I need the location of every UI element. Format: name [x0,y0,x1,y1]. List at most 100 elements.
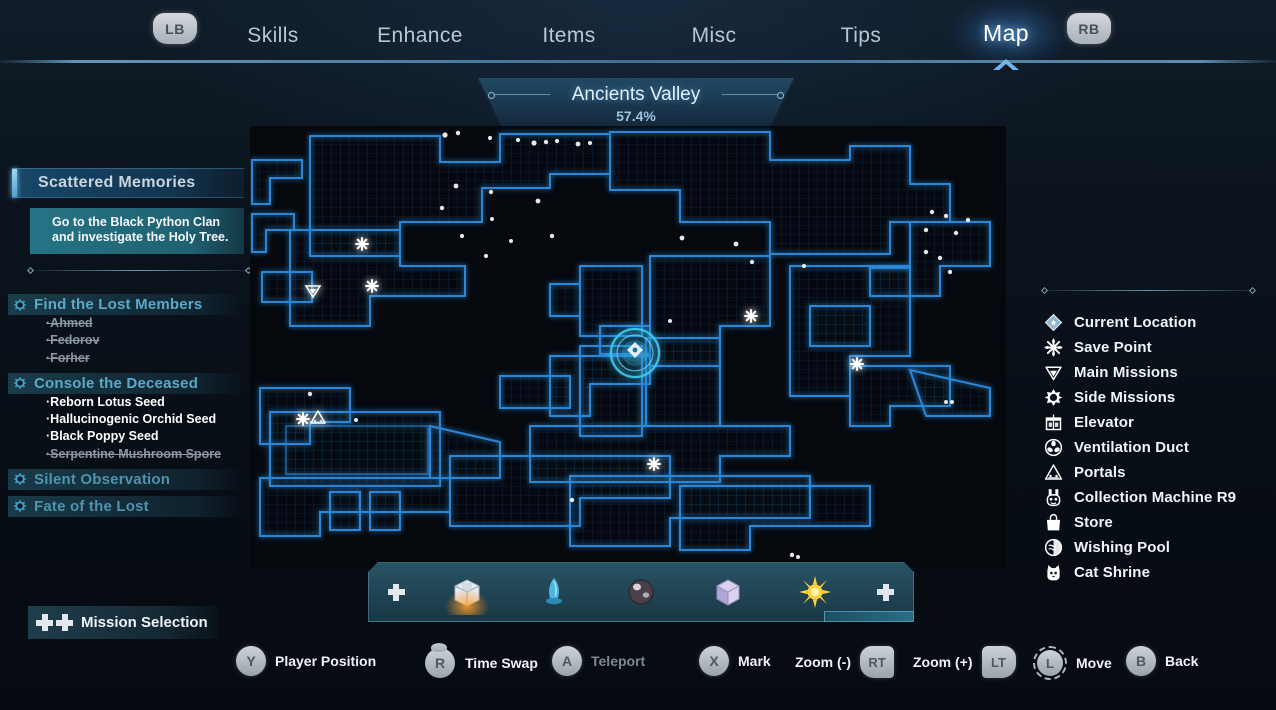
item-slot-white-box[interactable] [442,569,492,615]
hint-time-swap[interactable]: R Time Swap [424,643,544,680]
mission-selection-label: Mission Selection [81,614,208,631]
legend-row: Portals [1040,460,1270,485]
tab-enhance[interactable]: Enhance [350,24,490,48]
dpad-right-icon [56,614,73,631]
dpad-left-icon [36,614,53,631]
tab-label: Misc [691,24,737,47]
side-mission-icon [12,297,28,313]
quest-title-bar[interactable]: Scattered Memories [12,168,244,198]
tab-map[interactable]: Map [936,20,1076,71]
objective-item: ·Hallucinogenic Orchid Seed [46,412,217,426]
map-completion-percent: 57.4% [616,108,656,124]
quest-description: Go to the Black Python Clan and investig… [30,208,244,254]
right-bumper-icon[interactable]: RB [1067,13,1111,44]
objective-item: ·Black Poppy Seed [46,429,159,444]
legend-label: Side Missions [1074,389,1176,406]
a-button-icon[interactable]: A [552,646,582,676]
button-hint-bar: Y Player Position R Time Swap A Teleport X Mark… [0,640,1276,686]
objective-header[interactable]: Fate of the Lost [8,495,244,517]
item-slot-dark-orb[interactable] [616,569,666,615]
item-slot-yellow-star[interactable] [790,569,840,615]
hint-label: Move [1076,655,1112,671]
nav-separator-line [0,60,1276,63]
item-filter-toolbar[interactable] [368,562,914,622]
tab-label: Tips [840,24,882,47]
objective-item: ·Forher [46,350,90,365]
tab-misc[interactable]: Misc [644,24,784,48]
player-location-marker [609,327,661,379]
objective-title: Fate of the Lost [34,497,149,515]
objective-title: Console the Deceased [34,374,199,392]
map-legend: Current Location Save Point Main Missions S… [1040,286,1270,585]
map-region-banner: Ancients Valley 57.4% [478,78,794,130]
hint-label: Zoom (+) [913,654,973,670]
legend-label: Collection Machine R9 [1074,489,1237,506]
item-slot-blue-crystal[interactable] [529,569,579,615]
legend-label: Main Missions [1074,364,1178,381]
side-mission-icon [12,471,28,487]
hint-move[interactable]: L Move [1033,646,1118,680]
tab-label: Map [983,20,1029,46]
save-point-icon [1040,337,1066,359]
portal-icon [1040,462,1066,484]
tab-tips[interactable]: Tips [791,24,931,48]
hint-mark[interactable]: X Mark [699,646,777,676]
mission-selection-button[interactable]: Mission Selection [28,606,218,639]
hint-back[interactable]: B Back [1126,646,1204,676]
collection-machine-icon [1040,487,1066,509]
rt-trigger-icon[interactable]: RT [859,646,894,678]
x-button-icon[interactable]: X [699,646,729,676]
legend-row: Save Point [1040,335,1270,360]
side-mission-icon [1040,387,1066,409]
objective-header[interactable]: Console the Deceased [8,372,244,394]
legend-divider [1040,286,1257,295]
hint-label: Teleport [591,653,646,669]
map-canvas[interactable] [250,126,1006,568]
legend-row: Collection Machine R9 [1040,485,1270,510]
objective-title: Silent Observation [34,470,171,488]
store-icon [1040,512,1066,534]
tab-label: Items [542,24,596,47]
hint-label: Time Swap [465,655,538,671]
tab-items[interactable]: Items [499,24,639,48]
elevator-icon [1040,412,1066,434]
hint-teleport[interactable]: A Teleport [552,646,651,676]
wishing-pool-icon [1040,537,1066,559]
legend-row: Elevator [1040,410,1270,435]
current-location-icon [1040,312,1066,334]
hint-zoom[interactable]: Zoom (-) RT [795,646,894,678]
quest-accent-bar [12,169,17,197]
legend-label: Wishing Pool [1074,539,1171,556]
left-stick-icon[interactable]: L [1033,646,1067,680]
left-bumper-icon[interactable]: LB [153,13,197,44]
legend-row: Main Missions [1040,360,1270,385]
lt-trigger-icon[interactable]: LT [981,646,1016,678]
item-slot-purple-cube[interactable] [703,569,753,615]
hint-zoom[interactable]: Zoom (+) LT [913,646,1016,678]
legend-label: Cat Shrine [1074,564,1151,581]
objective-header[interactable]: Find the Lost Members [8,294,244,315]
objective-title: Find the Lost Members [34,296,203,313]
legend-label: Store [1074,514,1113,531]
hint-label: Mark [738,653,771,669]
dpad-right-icon[interactable] [877,583,895,601]
legend-label: Ventilation Duct [1074,439,1189,456]
b-button-icon[interactable]: B [1126,646,1156,676]
objective-item: ·Ahmed [46,316,93,330]
hint-label: Back [1165,653,1199,669]
objective-header[interactable]: Silent Observation [8,468,244,490]
hint-label: Player Position [275,653,377,669]
right-stick-icon[interactable]: R [424,643,456,680]
hint-player-position[interactable]: Y Player Position [236,646,382,676]
dpad-left-icon[interactable] [387,583,405,601]
legend-row: Ventilation Duct [1040,435,1270,460]
map-region-name: Ancients Valley [571,84,701,105]
cat-shrine-icon [1040,562,1066,584]
ventilation-duct-icon [1040,437,1066,459]
tab-skills[interactable]: Skills [203,24,343,48]
quest-title: Scattered Memories [38,174,196,191]
legend-label: Current Location [1074,314,1197,331]
y-button-icon[interactable]: Y [236,646,266,676]
legend-row: Side Missions [1040,385,1270,410]
tab-label: Enhance [377,24,463,47]
